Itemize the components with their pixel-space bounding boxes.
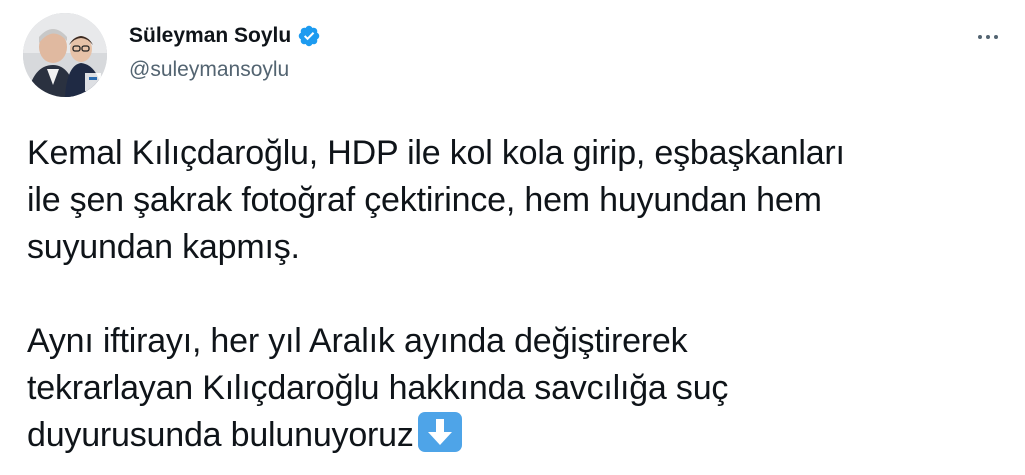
- down-arrow-emoji-icon: [417, 412, 462, 452]
- tweet-card: Süleyman Soylu @suleymansoylu Kemal Kılı…: [0, 0, 1025, 475]
- tweet-paragraph-2: Aynı iftirayı, her yıl Aralık ayında değ…: [27, 318, 1007, 459]
- profile-photo-icon: [23, 13, 107, 97]
- more-horizontal-icon: [978, 35, 982, 39]
- author-display-name[interactable]: Süleyman Soylu: [129, 24, 291, 48]
- author-handle[interactable]: @suleymansoylu: [129, 58, 321, 82]
- tweet-text: Kemal Kılıçdaroğlu, HDP ile kol kola gir…: [27, 130, 1007, 459]
- tweet-paragraph-2-text: Aynı iftirayı, her yıl Aralık ayında değ…: [27, 322, 729, 454]
- more-dot: [986, 35, 990, 39]
- author-avatar[interactable]: [23, 13, 107, 97]
- author-header: Süleyman Soylu @suleymansoylu: [129, 20, 321, 82]
- more-options-button[interactable]: [973, 22, 1003, 52]
- verified-badge-icon: [297, 24, 321, 48]
- tweet-paragraph-1: Kemal Kılıçdaroğlu, HDP ile kol kola gir…: [27, 134, 845, 266]
- more-dot: [994, 35, 998, 39]
- name-row: Süleyman Soylu: [129, 20, 321, 52]
